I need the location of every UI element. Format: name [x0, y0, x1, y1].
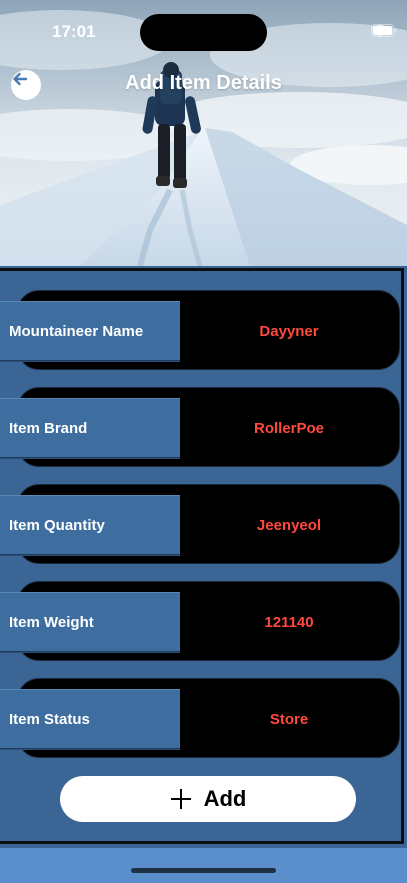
field-label-item-brand: Item Brand	[0, 398, 180, 458]
plus-icon	[170, 788, 192, 810]
field-value-mountaineer-name[interactable]: Dayyner	[180, 301, 398, 361]
field-label-item-weight: Item Weight	[0, 592, 180, 652]
status-bar: 17:01	[0, 0, 407, 62]
bottom-area	[0, 848, 407, 883]
field-row-mountaineer-name: Mountaineer Name Dayyner	[0, 290, 407, 370]
field-value-item-brand[interactable]: RollerPoe	[180, 398, 398, 458]
dynamic-island	[140, 14, 267, 51]
field-value-item-quantity[interactable]: Jeenyeol	[180, 495, 398, 555]
battery-icon	[371, 24, 397, 37]
add-button-label: Add	[203, 786, 247, 811]
field-row-item-weight: Item Weight 121140	[0, 581, 407, 661]
field-row-item-quantity: Item Quantity Jeenyeol	[0, 484, 407, 564]
field-label-item-quantity: Item Quantity	[0, 495, 180, 555]
field-row-item-status: Item Status Store	[0, 678, 407, 758]
home-indicator	[131, 868, 276, 873]
field-row-item-brand: Item Brand RollerPoe	[0, 387, 407, 467]
field-value-item-status[interactable]: Store	[180, 689, 398, 749]
page-title: Add Item Details	[125, 72, 282, 94]
header-hero-image: 17:01 Add Item Details	[0, 0, 407, 266]
field-value-item-weight[interactable]: 121140	[180, 592, 398, 652]
status-time: 17:01	[52, 22, 96, 41]
field-label-item-status: Item Status	[0, 689, 180, 749]
field-label-mountaineer-name: Mountaineer Name	[0, 301, 180, 361]
add-button[interactable]: Add	[60, 776, 356, 822]
